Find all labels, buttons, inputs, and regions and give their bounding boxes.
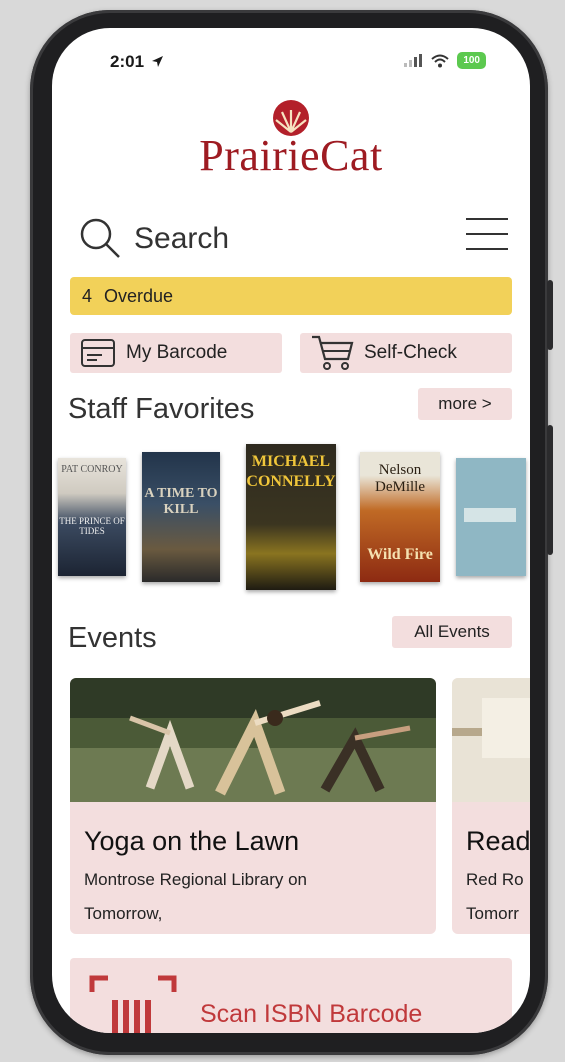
event-photo — [70, 678, 436, 802]
barcode-card-icon — [81, 339, 115, 367]
power-button — [547, 425, 553, 555]
book-title: Wild Fire — [367, 546, 433, 563]
more-button[interactable]: more > — [418, 388, 512, 420]
scan-isbn-button[interactable]: Scan ISBN Barcode — [70, 958, 512, 1033]
search-icon — [80, 218, 120, 258]
book-cover[interactable]: MICHAEL CONNELLY — [246, 444, 336, 590]
book-cover[interactable]: A TIME TO KILL — [142, 452, 220, 582]
event-photo — [452, 678, 530, 802]
search-row: Search — [78, 214, 508, 262]
book-author: Nelson DeMille — [375, 462, 425, 495]
app-logo-text: PrairieCat — [199, 131, 383, 180]
overdue-banner[interactable]: 4 Overdue — [70, 277, 512, 315]
book-title: THE PRINCE OF TIDES — [59, 516, 125, 536]
book-cover[interactable] — [456, 458, 526, 576]
book-author: MICHAEL CONNELLY — [246, 453, 336, 490]
event-title: Read — [466, 826, 530, 856]
book-cover[interactable]: PAT CONROY THE PRINCE OF TIDES — [58, 458, 126, 576]
battery-icon: 100 — [457, 52, 486, 69]
cover-art — [464, 508, 516, 522]
self-check-label: Self-Check — [364, 342, 457, 363]
volume-button — [547, 280, 553, 350]
event-location: Montrose Regional Library on — [84, 870, 308, 889]
search-label: Search — [134, 222, 230, 255]
all-events-button[interactable]: All Events — [392, 616, 512, 648]
book-title: A TIME TO KILL — [144, 486, 218, 517]
wifi-icon — [431, 54, 449, 67]
staff-favorites-heading: Staff Favorites — [68, 393, 255, 425]
shopping-cart-icon — [312, 335, 354, 370]
event-card[interactable]: Yoga on the Lawn Montrose Regional Libra… — [70, 678, 436, 934]
scan-isbn-label: Scan ISBN Barcode — [200, 1000, 423, 1028]
search-button[interactable]: Search — [78, 214, 298, 262]
book-cover[interactable]: Nelson DeMille Wild Fire — [360, 452, 440, 582]
event-title: Yoga on the Lawn — [84, 826, 300, 856]
app-screen: 2:01 100 PrairieCat Search 4 Overdue My … — [52, 28, 530, 1033]
event-location: Red Ro — [466, 870, 524, 889]
status-time: 2:01 — [110, 52, 164, 72]
barcode-scan-icon — [89, 975, 177, 1033]
signal-icon — [404, 54, 423, 67]
overdue-count: 4 — [82, 285, 93, 306]
my-barcode-button[interactable]: My Barcode — [70, 333, 282, 373]
event-time: Tomorr — [466, 904, 519, 923]
events-heading: Events — [68, 622, 157, 654]
status-bar: 2:01 100 — [52, 28, 530, 88]
book-author: PAT CONROY — [61, 464, 123, 475]
my-barcode-label: My Barcode — [126, 342, 228, 363]
event-card[interactable]: Read Red Ro Tomorr — [452, 678, 530, 934]
location-arrow-icon — [151, 56, 163, 67]
status-icons: 100 — [403, 52, 486, 69]
overdue-label: Overdue — [104, 285, 174, 306]
self-check-button[interactable]: Self-Check — [300, 333, 512, 373]
hamburger-menu-icon[interactable] — [466, 218, 508, 254]
event-time: Tomorrow, — [84, 904, 163, 923]
